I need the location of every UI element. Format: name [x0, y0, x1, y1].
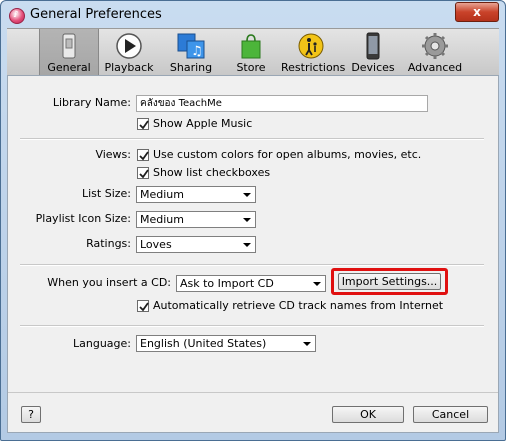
ratings-label: Ratings: — [86, 237, 131, 250]
library-name-field[interactable]: คลังของ TeachMe — [136, 95, 428, 112]
tab-restrictions[interactable]: Restrictions — [281, 29, 346, 75]
language-select[interactable]: English (United States) — [136, 335, 316, 352]
general-pane: Library Name: คลังของ TeachMe Show Apple… — [7, 75, 499, 433]
retrieve-cd-names-checkbox[interactable] — [137, 300, 149, 312]
language-value: English (United States) — [140, 337, 267, 350]
retrieve-cd-names-label: Automatically retrieve CD track names fr… — [153, 299, 444, 312]
tab-store-label: Store — [236, 61, 266, 74]
tab-general-label: General — [47, 61, 91, 74]
tab-general[interactable]: General — [39, 29, 99, 75]
tab-store[interactable]: Store — [221, 29, 281, 75]
views-label: Views: — [95, 148, 131, 161]
ratings-value: Loves — [140, 238, 172, 251]
restrictions-parental-icon — [296, 32, 326, 60]
section-divider — [20, 264, 484, 266]
list-size-select[interactable]: Medium — [136, 186, 256, 203]
close-button[interactable]: x — [455, 2, 499, 22]
play-icon — [114, 32, 144, 60]
insert-cd-label: When you insert a CD: — [47, 276, 171, 289]
tab-devices-label: Devices — [351, 61, 395, 74]
playlist-icon-size-select[interactable]: Medium — [136, 211, 256, 228]
section-divider — [20, 138, 484, 140]
device-phone-icon — [358, 32, 388, 60]
sharing-music-icon: ♫ — [176, 32, 206, 60]
custom-colors-label: Use custom colors for open albums, movie… — [153, 148, 422, 161]
ratings-select[interactable]: Loves — [136, 236, 256, 253]
tab-playback-label: Playback — [104, 61, 154, 74]
svg-text:♫: ♫ — [191, 44, 203, 59]
playlist-icon-size-value: Medium — [140, 213, 184, 226]
library-name-label: Library Name: — [52, 96, 131, 109]
language-label: Language: — [73, 337, 131, 350]
insert-cd-select[interactable]: Ask to Import CD — [176, 275, 326, 292]
general-switch-icon — [54, 32, 84, 60]
cancel-button[interactable]: Cancel — [413, 406, 488, 423]
list-size-label: List Size: — [81, 187, 131, 200]
tab-playback[interactable]: Playback — [99, 29, 159, 75]
playlist-icon-size-label: Playlist Icon Size: — [35, 212, 131, 225]
show-apple-music-label: Show Apple Music — [153, 117, 253, 130]
itunes-app-icon: ♪ — [9, 8, 25, 24]
section-divider — [20, 325, 484, 327]
chevron-down-icon — [303, 342, 311, 346]
help-button[interactable]: ? — [21, 406, 41, 423]
tab-advanced[interactable]: Advanced — [405, 29, 465, 75]
preferences-toolbar: General Playback ♫ Sharing Store Restric… — [7, 28, 499, 76]
chevron-down-icon — [313, 282, 321, 286]
tab-restrictions-label: Restrictions — [281, 61, 346, 74]
window-title: General Preferences — [30, 7, 162, 22]
show-apple-music-checkbox[interactable] — [137, 118, 149, 130]
show-list-checkboxes-checkbox[interactable] — [137, 167, 149, 179]
ok-button[interactable]: OK — [332, 406, 404, 423]
tab-sharing[interactable]: ♫ Sharing — [161, 29, 221, 75]
store-bag-icon — [236, 32, 266, 60]
import-settings-button[interactable]: Import Settings... — [338, 273, 441, 290]
list-size-value: Medium — [140, 188, 184, 201]
chevron-down-icon — [243, 218, 251, 222]
tab-advanced-label: Advanced — [407, 61, 463, 74]
custom-colors-checkbox[interactable] — [137, 149, 149, 161]
tab-devices[interactable]: Devices — [343, 29, 403, 75]
title-bar[interactable]: ♪ General Preferences x — [1, 1, 505, 31]
footer-divider — [8, 392, 498, 393]
chevron-down-icon — [243, 193, 251, 197]
insert-cd-value: Ask to Import CD — [180, 277, 274, 290]
show-list-checkboxes-label: Show list checkboxes — [153, 166, 271, 179]
chevron-down-icon — [243, 243, 251, 247]
preferences-window: ♪ General Preferences x General Playback — [0, 0, 506, 441]
tab-sharing-label: Sharing — [169, 61, 213, 74]
gear-icon — [420, 32, 450, 60]
